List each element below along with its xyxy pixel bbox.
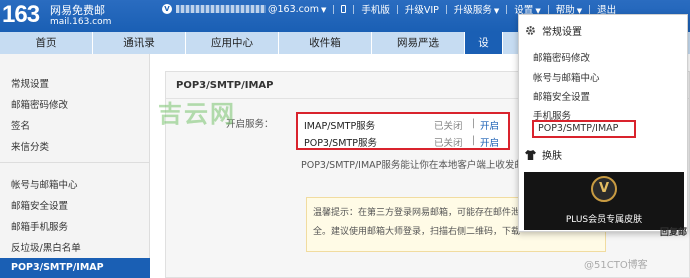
masked-account-name [176, 5, 266, 13]
service-list: IMAP/SMTP服务 已关闭 | 开启 POP3/SMTP服务 已关闭 | 开… [296, 112, 510, 150]
plus-badge-icon: V [591, 176, 617, 202]
mobile-version-link[interactable]: 手机版 [354, 2, 397, 16]
service-row-imap: IMAP/SMTP服务 已关闭 | 开启 [304, 116, 504, 132]
sidebar-item-general[interactable]: 常规设置 [11, 76, 49, 90]
account-menu[interactable]: V @163.com ▼ [155, 4, 333, 15]
phone-icon [341, 5, 347, 13]
tab-inbox[interactable]: 收件箱 [279, 32, 372, 54]
dropdown-general-settings[interactable]: 常规设置 [525, 23, 582, 38]
service-description: POP3/SMTP/IMAP服务能让你在本地客户端上收发邮件 [301, 160, 534, 171]
service-row-pop3: POP3/SMTP服务 已关闭 | 开启 [304, 133, 504, 149]
sidebar-item-security[interactable]: 邮箱安全设置 [11, 198, 68, 212]
sidebar-item-pop3[interactable]: POP3/SMTP/IMAP [0, 258, 150, 278]
dropdown-skin[interactable]: 换肤 [525, 147, 562, 162]
vip-badge-icon: V [162, 4, 172, 14]
chevron-down-icon: ▼ [493, 7, 500, 15]
watermark: 吉云网 [158, 88, 248, 128]
tab-contacts[interactable]: 通讯录 [93, 32, 186, 54]
gear-icon [526, 26, 535, 35]
upgrade-vip-link[interactable]: 升级VIP [398, 2, 446, 16]
service-status: 已关闭 [434, 121, 463, 132]
service-status: 已关闭 [434, 138, 463, 149]
plus-skin-banner[interactable]: V PLUS会员专属皮肤 [524, 172, 684, 230]
tab-settings[interactable]: 设 [465, 32, 503, 54]
logo-number: 163 [2, 1, 40, 28]
tab-app-center[interactable]: 应用中心 [186, 32, 279, 54]
sidebar-item-phone-service[interactable]: 邮箱手机服务 [11, 219, 68, 233]
separator: | [472, 118, 476, 129]
promo-text: PLUS会员专属皮肤 [565, 215, 643, 225]
service-name: POP3/SMTP服务 [304, 138, 377, 149]
notice-text-line-1: 温馨提示：在第三方登录网易邮箱，可能存在邮件泄 [313, 208, 521, 218]
sidebar-item-label: POP3/SMTP/IMAP [11, 262, 104, 273]
sidebar-item-signature[interactable]: 签名 [11, 118, 30, 132]
sidebar-item-mail-filter[interactable]: 来信分类 [11, 139, 49, 153]
settings-dropdown: 常规设置 邮箱密码修改 帐号与邮箱中心 邮箱安全设置 手机服务 POP3/SMT… [518, 14, 688, 232]
separator: | [472, 135, 476, 146]
account-suffix: @163.com [268, 3, 319, 15]
tab-yanxuan[interactable]: 网易严选 [372, 32, 465, 54]
dropdown-header-label: 常规设置 [542, 27, 582, 38]
sidebar-item-password[interactable]: 邮箱密码修改 [11, 97, 68, 111]
phone-icon-button[interactable] [334, 4, 353, 15]
footer-watermark: @51CTO博客 [584, 260, 648, 271]
skin-label: 换肤 [542, 151, 562, 162]
enable-pop3-link[interactable]: 开启 [480, 135, 499, 149]
sidebar-item-antispam[interactable]: 反垃圾/黑白名单 [11, 240, 81, 254]
settings-sidebar: 常规设置 邮箱密码修改 签名 来信分类 帐号与邮箱中心 邮箱安全设置 邮箱手机服… [0, 54, 150, 278]
dropdown-item-account-center[interactable]: 帐号与邮箱中心 [533, 70, 600, 84]
logo-domain: mail.163.com [50, 17, 112, 27]
logo-name: 网易免费邮 [50, 4, 105, 17]
service-name: IMAP/SMTP服务 [304, 121, 376, 132]
upgrade-service-label: 升级服务 [453, 5, 492, 16]
edge-text: 回复邮 [660, 228, 688, 238]
sidebar-item-account-center[interactable]: 帐号与邮箱中心 [11, 177, 78, 191]
upgrade-service-menu[interactable]: 升级服务 ▼ [447, 2, 506, 16]
tshirt-icon [525, 149, 536, 160]
dropdown-item-security[interactable]: 邮箱安全设置 [533, 89, 590, 103]
watermark-text: 吉云网 [158, 100, 236, 128]
tab-home[interactable]: 首页 [0, 32, 93, 54]
enable-imap-link[interactable]: 开启 [480, 118, 499, 132]
notice-text-line-2: 全。建议使用邮箱大师登录，扫描右侧二维码，下载 [313, 227, 521, 237]
chevron-down-icon: ▼ [320, 5, 327, 14]
sidebar-divider [0, 162, 150, 163]
dropdown-item-password[interactable]: 邮箱密码修改 [533, 50, 590, 64]
dropdown-item-pop3[interactable]: POP3/SMTP/IMAP [538, 123, 618, 134]
